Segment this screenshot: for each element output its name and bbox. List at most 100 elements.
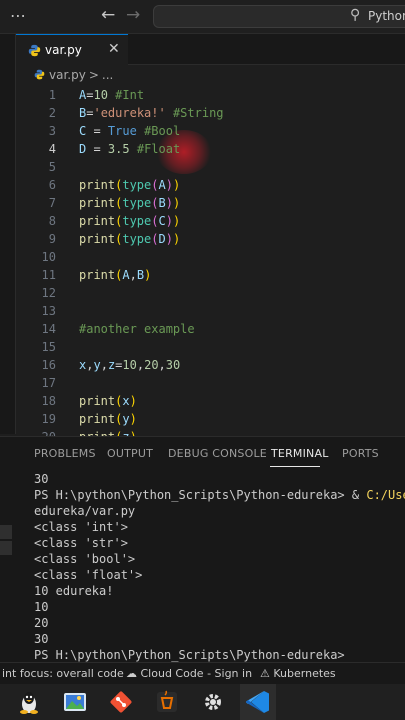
line-number: 7: [48, 196, 56, 210]
code-text: x,y,z=10,20,30: [79, 358, 181, 372]
java-icon[interactable]: [150, 684, 184, 720]
tab-ports[interactable]: PORTS: [342, 447, 379, 460]
code-line[interactable]: 10: [16, 248, 405, 266]
line-number: 2: [48, 106, 56, 120]
tab-terminal[interactable]: TERMINAL: [271, 447, 329, 460]
code-text: D = 3.5 #Float: [79, 142, 181, 156]
terminal-line: edureka/var.py: [34, 504, 136, 518]
code-line[interactable]: 5: [16, 158, 405, 176]
tab-var-py[interactable]: var.py ✕: [16, 34, 128, 65]
code-text: print(x): [79, 394, 137, 408]
python-file-icon: [34, 69, 45, 80]
activity-bar: [0, 34, 16, 434]
code-line[interactable]: 11 print(A,B): [16, 266, 405, 284]
kubernetes-icon: ⚠: [260, 667, 270, 680]
status-kubernetes[interactable]: ⚠ Kubernetes: [260, 667, 336, 680]
cloud-code-label: Cloud Code - Sign in: [140, 667, 253, 680]
code-line[interactable]: 2 B='edureka!' #String: [16, 104, 405, 122]
git-icon[interactable]: [104, 684, 138, 720]
code-text: print(type(D)): [79, 232, 181, 246]
active-tab-indicator: [270, 466, 320, 467]
code-line[interactable]: 8 print(type(C)): [16, 212, 405, 230]
code-text: print(type(B)): [79, 196, 181, 210]
line-number: 6: [48, 178, 56, 192]
vscode-icon[interactable]: [240, 684, 276, 720]
title-bar: ⋯ ← → ⚲ Python: [0, 0, 405, 34]
code-line[interactable]: 16 x,y,z=10,20,30: [16, 356, 405, 374]
line-number: 16: [41, 358, 56, 372]
line-number: 11: [41, 268, 56, 282]
terminal-line: PS H:\python\Python_Scripts\Python-edure…: [34, 488, 405, 502]
bottom-panel: PROBLEMS OUTPUT DEBUG CONSOLE TERMINAL P…: [0, 436, 405, 662]
terminal-output[interactable]: 30 PS H:\python\Python_Scripts\Python-edu…: [34, 471, 405, 663]
terminal-command-marker: [0, 541, 12, 555]
code-line[interactable]: 3 C = True #Bool: [16, 122, 405, 140]
breadcrumb-file[interactable]: var.py: [49, 68, 86, 82]
code-line[interactable]: 4 D = 3.5 #Float: [16, 140, 405, 158]
breadcrumb[interactable]: var.py >...: [34, 68, 113, 84]
code-line[interactable]: 12: [16, 284, 405, 302]
code-text: print(z): [79, 428, 137, 436]
code-line[interactable]: 20 print(z): [16, 428, 405, 436]
line-number: 15: [41, 340, 56, 354]
line-number: 5: [48, 160, 56, 174]
code-text: print(type(A)): [79, 178, 181, 192]
code-line[interactable]: 9 print(type(D)): [16, 230, 405, 248]
terminal-line: 10: [34, 600, 49, 614]
code-line[interactable]: 14 #another example: [16, 320, 405, 338]
code-text: B='edureka!' #String: [79, 106, 224, 120]
linux-icon[interactable]: [12, 684, 46, 720]
code-line[interactable]: 7 print(type(B)): [16, 194, 405, 212]
tab-label: var.py: [45, 43, 82, 57]
line-number: 14: [41, 322, 56, 336]
line-number: 19: [41, 412, 56, 426]
terminal-line: <class 'bool'>: [34, 552, 136, 566]
code-line[interactable]: 6 print(type(A)): [16, 176, 405, 194]
back-arrow-icon[interactable]: ←: [101, 5, 115, 25]
image-viewer-icon[interactable]: [58, 684, 92, 720]
line-number: 17: [41, 376, 56, 390]
line-number: 13: [41, 304, 56, 318]
line-number: 20: [16, 428, 56, 436]
code-line[interactable]: 18 print(x): [16, 392, 405, 410]
code-line[interactable]: 19 print(y): [16, 410, 405, 428]
kubernetes-label: Kubernetes: [273, 667, 336, 680]
code-line[interactable]: 13: [16, 302, 405, 320]
code-line[interactable]: 17: [16, 374, 405, 392]
tab-output[interactable]: OUTPUT: [107, 447, 153, 460]
search-text: Python: [368, 9, 405, 23]
close-tab-icon[interactable]: ✕: [108, 41, 120, 57]
code-text: #another example: [79, 322, 195, 336]
code-text: print(y): [79, 412, 137, 426]
line-number: 12: [41, 286, 56, 300]
line-number: 1: [48, 88, 56, 102]
forward-arrow-icon[interactable]: →: [126, 5, 140, 25]
code-editor[interactable]: 1 A=10 #Int 2 B='edureka!' #String 3 C = True…: [16, 86, 405, 436]
terminal-command-marker: [0, 525, 12, 539]
settings-icon[interactable]: [196, 684, 230, 720]
code-line[interactable]: 15: [16, 338, 405, 356]
code-line[interactable]: 1 A=10 #Int: [16, 86, 405, 104]
editor-tab-bar: var.py ✕: [16, 34, 405, 65]
taskbar: [0, 684, 405, 720]
terminal-line: 30: [34, 472, 49, 486]
status-bar: int focus: overall code ☁ Cloud Code - S…: [0, 662, 405, 684]
breadcrumb-more[interactable]: ...: [102, 68, 113, 82]
cloud-icon: ☁: [126, 667, 137, 680]
search-icon: ⚲: [350, 7, 361, 23]
code-text: print(A,B): [79, 268, 152, 282]
line-number: 3: [48, 124, 56, 138]
tab-debug-console[interactable]: DEBUG CONSOLE: [168, 447, 267, 460]
command-center-search[interactable]: ⚲ Python: [153, 5, 405, 28]
code-text: A=10 #Int: [79, 88, 145, 102]
tab-problems[interactable]: PROBLEMS: [34, 447, 96, 460]
line-number: 18: [41, 394, 56, 408]
menu-icon[interactable]: ⋯: [10, 6, 27, 25]
python-file-icon: [28, 44, 41, 57]
line-number: 9: [48, 232, 56, 246]
status-lint-focus[interactable]: int focus: overall code: [2, 667, 124, 680]
line-number: 4: [48, 142, 56, 156]
line-number: 8: [48, 214, 56, 228]
status-cloud-code[interactable]: ☁ Cloud Code - Sign in: [126, 667, 252, 680]
code-text: print(type(C)): [79, 214, 181, 228]
